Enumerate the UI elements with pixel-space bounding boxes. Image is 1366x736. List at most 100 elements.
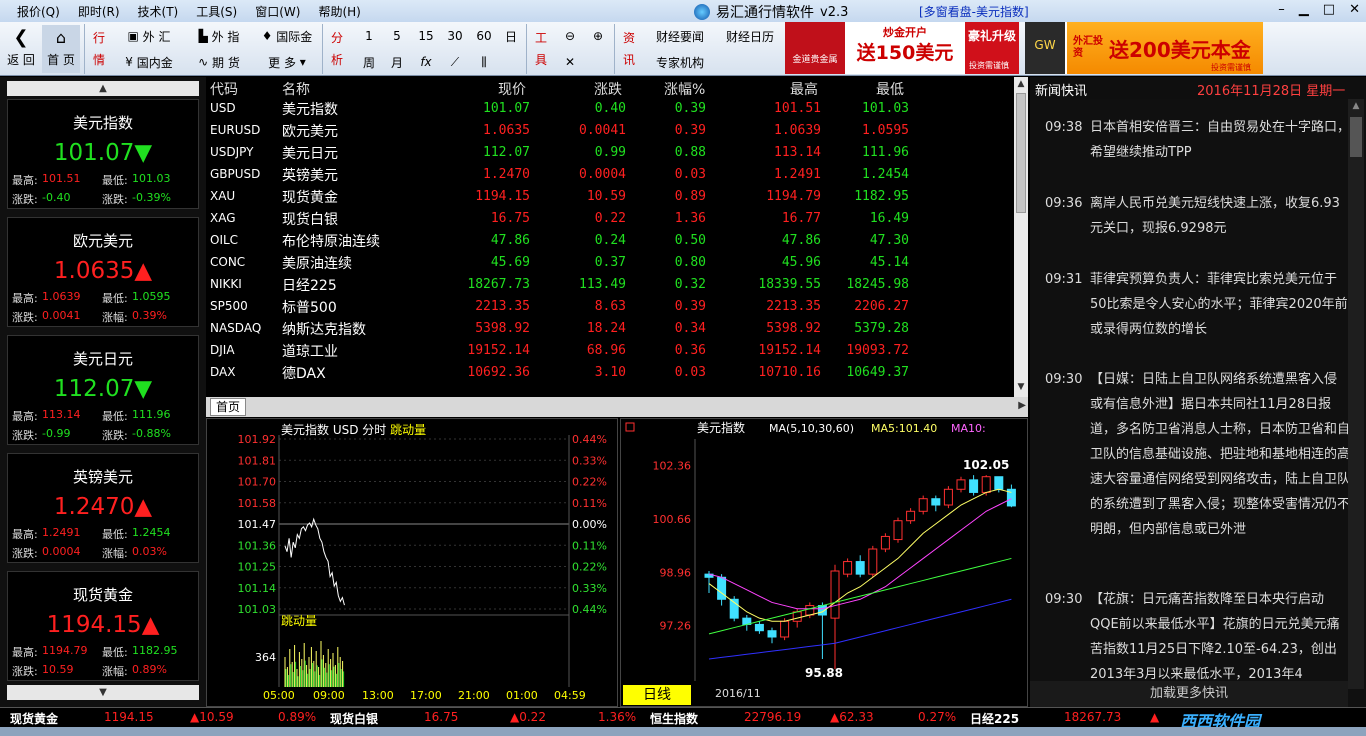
quote-card[interactable]: 英镑美元 1.2470▲ 最高: 1.2491 最低: 1.2454 涨跌: 0.0004 涨幅… bbox=[7, 453, 199, 563]
tools-tab[interactable]: 工具 bbox=[530, 25, 552, 73]
header-low[interactable]: 最低 bbox=[876, 79, 904, 99]
menu-quote[interactable]: 报价(Q) bbox=[8, 3, 69, 20]
header-change[interactable]: 涨跌 bbox=[594, 79, 622, 99]
quote-row[interactable]: XAG 现货白银 16.75 0.22 1.36 16.77 16.49 bbox=[206, 208, 1014, 230]
formula-icon[interactable]: fx bbox=[412, 52, 440, 72]
scroll-down-icon[interactable]: ▼ bbox=[1015, 382, 1027, 394]
period-1-button[interactable]: 1 bbox=[356, 26, 382, 46]
ad1-brand: 金道贵金属 bbox=[785, 22, 845, 74]
quote-row[interactable]: NIKKI 日经225 18267.73 113.49 0.32 18339.55 1824… bbox=[206, 274, 1014, 296]
tools-tab-label-2: 具 bbox=[534, 53, 547, 67]
futures-button[interactable]: ∿ 期 货 bbox=[186, 52, 252, 72]
quote-row[interactable]: NASDAQ 纳斯达克指数 5398.92 18.24 0.34 5398.92 5379.… bbox=[206, 318, 1014, 340]
kline-chart[interactable]: 美元指数 MA(5,10,30,60) MA5:101.40 MA10: 102.36 1… bbox=[621, 419, 1029, 706]
news-item[interactable]: 09:30 【日媒：日陆上自卫队网络系统遭黑客入侵 或有信息外泄】据日本共同社11… bbox=[1045, 367, 1348, 557]
quote-row[interactable]: XAU 现货黄金 1194.15 10.59 0.89 1194.79 1182.95 bbox=[206, 186, 1014, 208]
menu-window[interactable]: 窗口(W) bbox=[246, 3, 309, 20]
close-icon[interactable]: ✕ bbox=[1349, 2, 1360, 17]
maximize-icon[interactable]: □ bbox=[1323, 2, 1335, 17]
card-pct-label: 涨幅: bbox=[102, 665, 128, 678]
period-day-label[interactable]: 日线 bbox=[623, 685, 691, 705]
card-low: 1182.95 bbox=[132, 644, 178, 657]
index-button[interactable]: ▙ 外 指 bbox=[186, 26, 252, 46]
quote-card[interactable]: 现货黄金 1194.15▲ 最高: 1194.79 最低: 1182.95 涨跌: 10.59… bbox=[7, 571, 199, 681]
period-month-button[interactable]: 月 bbox=[384, 52, 410, 72]
back-button[interactable]: ❮ 返 回 bbox=[2, 25, 40, 73]
quote-high: 1194.79 bbox=[766, 189, 821, 204]
quote-card[interactable]: 欧元美元 1.0635▲ 最高: 1.0639 最低: 1.0595 涨跌: 0.0041 涨幅… bbox=[7, 217, 199, 327]
scroll-thumb[interactable] bbox=[1350, 117, 1362, 157]
period-30-button[interactable]: 30 bbox=[441, 26, 469, 46]
header-name[interactable]: 名称 bbox=[282, 79, 310, 99]
quote-tab[interactable]: 行情 bbox=[88, 25, 110, 73]
period-5-button[interactable]: 5 bbox=[384, 26, 410, 46]
quote-card[interactable]: 美元指数 101.07▼ 最高: 101.51 最低: 101.03 涨跌: -0.40 涨跌:… bbox=[7, 99, 199, 209]
news-item[interactable]: 09:31 菲律宾预算负责人：菲律宾比索兑美元位于50比索是令人安心的水平；菲律宾… bbox=[1045, 267, 1348, 343]
minimize-icon[interactable]: ▁ bbox=[1299, 2, 1309, 17]
quote-row[interactable]: USDJPY 美元日元 112.07 0.99 0.88 113.14 111.96 bbox=[206, 142, 1014, 164]
menu-realtime[interactable]: 即时(R) bbox=[69, 3, 129, 20]
tab-scroll-right-icon[interactable]: ▶ bbox=[1018, 400, 1026, 411]
quote-row[interactable]: OILC 布伦特原油连续 47.86 0.24 0.50 47.86 47.30 bbox=[206, 230, 1014, 252]
ad-banner-1[interactable]: 金道贵金属 炒金开户 送150美元 豪礼升级 投资需谨慎 bbox=[785, 22, 1019, 74]
analysis-tab[interactable]: 分析 bbox=[326, 25, 348, 73]
financial-calendar-button[interactable]: 财经日历 bbox=[718, 26, 782, 46]
ticker-name: 恒生指数 bbox=[650, 712, 699, 726]
news-scrollbar[interactable]: ▲ bbox=[1348, 99, 1364, 689]
period-60-button[interactable]: 60 bbox=[470, 26, 498, 46]
intraday-chart[interactable]: 101.92 0.44% 101.81 0.33% 101.70 0.22% 101.58 0… bbox=[207, 419, 619, 689]
fx-button[interactable]: ▣ 外 汇 bbox=[116, 26, 182, 46]
ad-banner-2[interactable]: GW 外汇投资 送200美元本金 投资需谨慎 bbox=[1025, 22, 1263, 74]
quote-high: 10710.16 bbox=[758, 365, 821, 380]
scroll-up-icon[interactable]: ▲ bbox=[7, 81, 199, 96]
header-code[interactable]: 代码 bbox=[210, 79, 238, 99]
scroll-down-icon[interactable]: ▼ bbox=[7, 685, 199, 700]
more-button[interactable]: 更 多 ▾ bbox=[256, 52, 318, 72]
time-axis: 05:00 09:00 13:00 17:00 21:00 01:00 04:5… bbox=[207, 689, 619, 705]
domestic-gold-button[interactable]: ¥ 国内金 bbox=[116, 52, 182, 72]
intl-gold-button[interactable]: ♦ 国际金 bbox=[256, 26, 318, 46]
quote-card[interactable]: 美元日元 112.07▼ 最高: 113.14 最低: 111.96 涨跌: -0.99 涨跌:… bbox=[7, 335, 199, 445]
news-item[interactable]: 09:30 【花旗：日元痛苦指数降至日本央行启动QQE前以来最低水平】花旗的日元兑… bbox=[1045, 587, 1348, 689]
quote-row[interactable]: GBPUSD 英镑美元 1.2470 0.0004 0.03 1.2491 1.2454 bbox=[206, 164, 1014, 186]
candle-body bbox=[855, 561, 865, 575]
quote-scrollbar[interactable]: ▲ ▼ bbox=[1014, 77, 1028, 399]
minimize-icon[interactable]: – bbox=[1278, 2, 1285, 17]
news-item[interactable]: 09:36 离岸人民币兑美元短线快速上涨，收复6.93元关口，现报6.9298元 bbox=[1045, 191, 1348, 243]
period-15-button[interactable]: 15 bbox=[412, 26, 440, 46]
crosshair-icon[interactable]: ✕ bbox=[558, 52, 582, 72]
header-price[interactable]: 现价 bbox=[498, 79, 526, 99]
scroll-up-icon[interactable]: ▲ bbox=[1015, 79, 1027, 91]
menu-tools[interactable]: 工具(S) bbox=[187, 3, 246, 20]
scroll-thumb[interactable] bbox=[1016, 93, 1026, 213]
experts-button[interactable]: 专家机构 bbox=[648, 52, 712, 72]
menu-help[interactable]: 帮助(H) bbox=[309, 3, 369, 20]
financial-news-button[interactable]: 财经要闻 bbox=[648, 26, 712, 46]
candles-icon[interactable]: ⫼ bbox=[470, 52, 498, 72]
news-item[interactable]: 09:38 日本首相安倍晋三：自由贸易处在十字路口，希望继续推动TPP bbox=[1045, 115, 1348, 167]
quote-row[interactable]: USD 美元指数 101.07 0.40 0.39 101.51 101.03 bbox=[206, 98, 1014, 120]
info-tab[interactable]: 资讯 bbox=[618, 25, 640, 73]
quote-name: 美原油连续 bbox=[282, 256, 352, 272]
period-day-button[interactable]: 日 bbox=[499, 26, 523, 46]
period-week-button[interactable]: 周 bbox=[356, 52, 382, 72]
zoom-out-icon[interactable]: ⊖ bbox=[558, 26, 582, 46]
time-tick: 13:00 bbox=[362, 689, 394, 702]
quote-row[interactable]: EURUSD 欧元美元 1.0635 0.0041 0.39 1.0639 1.0595 bbox=[206, 120, 1014, 142]
quote-row[interactable]: DJIA 道琼工业 19152.14 68.96 0.36 19152.14 19093.7… bbox=[206, 340, 1014, 362]
load-more-news-button[interactable]: 加载更多快讯 bbox=[1030, 681, 1348, 707]
trend-chart-icon[interactable]: ⟋ bbox=[441, 52, 469, 72]
quote-row[interactable]: SP500 标普500 2213.35 8.63 0.39 2213.35 2206.27 bbox=[206, 296, 1014, 318]
info-tab-label-2: 讯 bbox=[622, 53, 635, 67]
quote-change: 0.0004 bbox=[579, 167, 626, 182]
tab-home[interactable]: 首页 bbox=[210, 398, 246, 416]
header-high[interactable]: 最高 bbox=[790, 79, 818, 99]
home-button[interactable]: ⌂ 首 页 bbox=[42, 25, 80, 73]
quote-row[interactable]: DAX 德DAX 10692.36 3.10 0.03 10710.16 10649.37 bbox=[206, 362, 1014, 384]
header-change-pct[interactable]: 涨幅% bbox=[664, 79, 705, 99]
arrow-up-icon: ▲ bbox=[141, 612, 160, 638]
zoom-in-icon[interactable]: ⊕ bbox=[586, 26, 610, 46]
scroll-up-icon[interactable]: ▲ bbox=[1350, 101, 1362, 113]
menu-technical[interactable]: 技术(T) bbox=[129, 3, 188, 20]
quote-row[interactable]: CONC 美原油连续 45.69 0.37 0.80 45.96 45.14 bbox=[206, 252, 1014, 274]
